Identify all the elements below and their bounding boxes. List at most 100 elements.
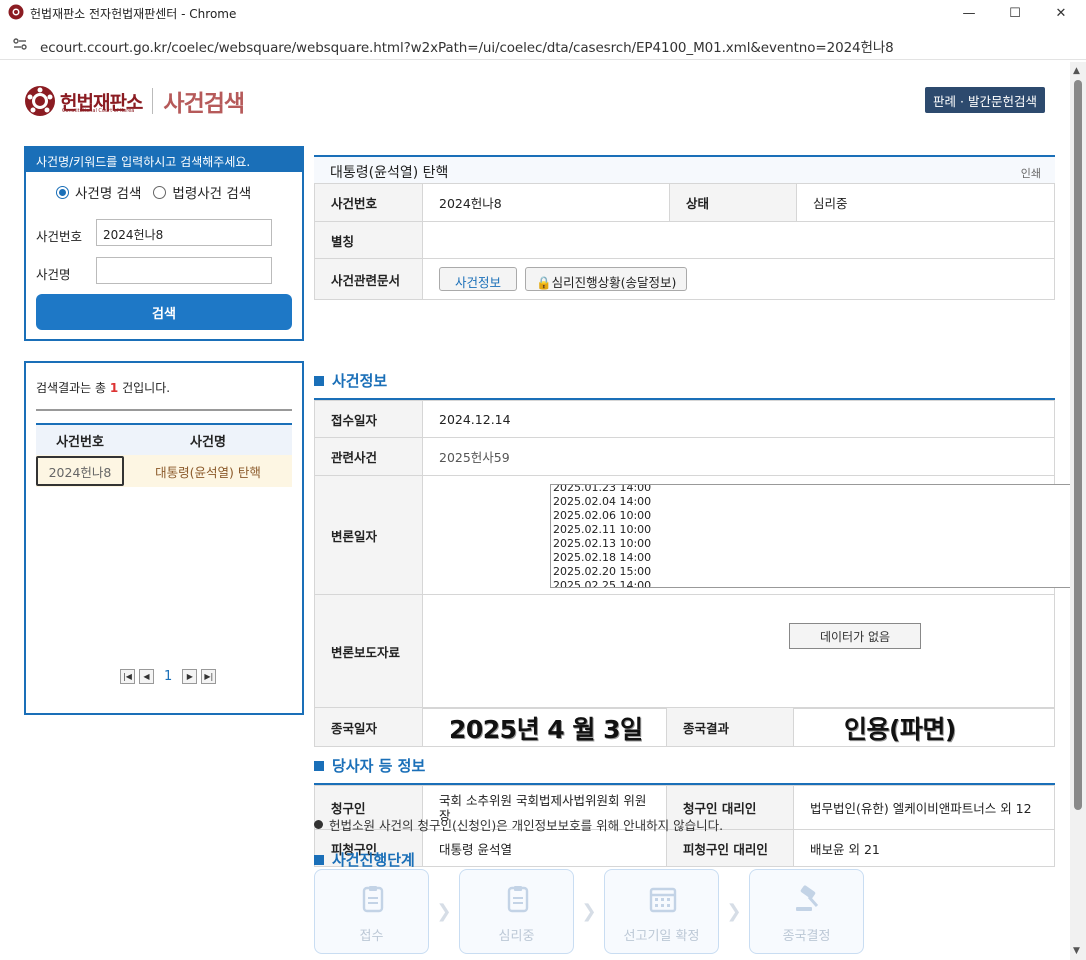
case-info-button[interactable]: 사건정보 [439,267,518,291]
status-value: 심리중 [796,183,1055,222]
search-button[interactable]: 검색 [36,294,292,330]
page-scrollbar[interactable]: ▲ ▼ [1070,62,1086,960]
chevron-right-icon: ❯ [726,901,742,922]
step-label: 심리중 [498,929,535,944]
hearing-date-cell: 2025.01.23 14:00 2025.02.04 14:00 2025.0… [422,475,1086,595]
no-data-button[interactable]: 데이터가 없음 [789,623,921,649]
hearing-date-list: 2025.01.23 14:00 2025.02.04 14:00 2025.0… [553,485,651,587]
hearing-date-header: 변론일자 [314,475,423,595]
section-title-case-info: 사건정보 [314,370,387,391]
case-number-input[interactable]: 2024헌나8 [96,219,272,246]
browser-window: 헌법재판소 전자헌법재판센터 - Chrome — ☐ ✕ ecourt.cco… [0,0,1086,960]
gavel-icon [796,885,819,911]
court-emblem-icon [8,4,24,20]
step-label: 접수 [359,929,384,944]
document-icon [362,886,384,913]
result-case-number[interactable]: 2024헌나8 [36,456,124,486]
address-bar[interactable]: ecourt.ccourt.go.kr/coelec/websquare/web… [0,28,1086,60]
press-release-cell: 데이터가 없음 [422,594,1055,709]
step-label: 종국결정 [782,929,831,944]
list-item[interactable]: 2025.02.25 14:00 [553,579,651,587]
last-page-icon[interactable]: ▶| [201,669,217,684]
step-reviewing: 심리중 [459,869,574,954]
step-received: 접수 [314,869,429,954]
received-date-value: 2024.12.14 [422,400,1055,438]
step-label: 선고기일 확정 [623,929,700,944]
section-label: 사건정보 [332,372,388,390]
col-case-number: 사건번호 [56,434,104,450]
press-release-header: 변론보도자료 [314,594,423,709]
chevron-right-icon: ❯ [581,901,597,922]
window-title: 헌법재판소 전자헌법재판센터 - Chrome [30,7,237,21]
case-docs-cell: 사건정보 🔒심리진행상황(송달정보) [422,258,1055,300]
site-settings-icon[interactable] [12,36,28,52]
case-docs-header: 사건관련문서 [314,258,423,300]
hearing-progress-button[interactable]: 🔒심리진행상황(송달정보) [525,267,688,291]
case-number-label: 사건번호 [36,229,83,244]
section-title-progress: 사건진행단계 [314,849,415,870]
section-marker [314,854,324,865]
precedent-search-button[interactable]: 판례 · 발간문헌검색 [925,87,1045,113]
received-date-header: 접수일자 [314,400,423,438]
print-button[interactable]: 인쇄 [1021,165,1041,181]
url-text[interactable]: ecourt.ccourt.go.kr/coelec/websquare/web… [40,36,894,56]
minimize-button[interactable]: — [946,0,992,26]
case-title: 대통령(윤석열) 탄핵 [330,165,449,181]
respondent-agent-header: 피청구인 대리인 [666,829,794,867]
step-sentencing-date: 선고기일 확정 [604,869,719,954]
result-count-suffix: 건입니다. [122,381,171,395]
alias-value [422,221,1055,259]
case-title-bar: 대통령(윤석열) 탄핵 인쇄 [314,155,1055,183]
radio-statute-case-label[interactable]: 법령사건 검색 [172,182,251,202]
section-label: 당사자 등 정보 [332,757,426,775]
list-item[interactable]: 2025.02.18 14:00 [553,551,651,565]
respondent-value: 대통령 윤석열 [422,829,667,867]
first-page-icon[interactable]: |◀ [120,669,135,684]
scroll-down-icon[interactable]: ▼ [1073,946,1080,956]
result-case-name[interactable]: 대통령(윤석열) 탄핵 [124,462,292,481]
table-row[interactable]: 2024헌나8 대통령(윤석열) 탄핵 [36,455,292,487]
end-date-handwritten: 2025년 4 월 3일 [449,715,643,744]
list-item[interactable]: 2025.02.06 10:00 [553,509,651,523]
radio-statute-case[interactable] [153,185,167,199]
close-button[interactable]: ✕ [1038,0,1084,26]
search-panel: 사건명/키워드를 입력하시고 검색해주세요. 사건명 검색 법령사건 검색 사건… [24,146,304,341]
col-case-name: 사건명 [190,434,226,450]
search-panel-header: 사건명/키워드를 입력하시고 검색해주세요. [26,148,302,172]
list-item[interactable]: 2025.02.13 10:00 [553,537,651,551]
progress-steps: 접수 ❯ 심리중 ❯ 선고기일 확정 ❯ 종국결정 [314,869,864,954]
status-header: 상태 [669,183,797,222]
case-summary-table: 사건번호 2024헌나8 상태 심리중 별칭 사건관련문서 사건정보 🔒심리진행… [314,183,1055,300]
chevron-right-icon: ❯ [436,901,452,922]
pagination: |◀ ◀ 1 ▶ ▶| [118,669,218,684]
respondent-agent-value: 배보윤 외 21 [793,829,1055,867]
list-item[interactable]: 2025.02.04 14:00 [553,495,651,509]
list-item[interactable]: 2025.02.20 15:00 [553,565,651,579]
case-name-input[interactable] [96,257,272,284]
logo-english-text: Constitutional Court of Korea [62,108,135,114]
page-number[interactable]: 1 [164,669,172,684]
next-page-icon[interactable]: ▶ [182,669,198,684]
radio-case-name-label[interactable]: 사건명 검색 [75,182,141,202]
end-result-value: 인용(파면) [793,707,1055,747]
court-emblem-icon [25,86,55,116]
related-case-value[interactable]: 2025헌사59 [422,437,1055,476]
alias-header: 별칭 [314,221,423,259]
result-count-prefix: 검색결과는 총 [36,381,107,395]
list-item[interactable]: 2025.01.23 14:00 [553,485,651,495]
lock-icon: 🔒 [536,275,552,290]
radio-case-name[interactable] [56,185,69,199]
prev-page-icon[interactable]: ◀ [139,669,154,684]
case-result-table: 종국일자 2025년 4 월 3일 종국결과 인용(파면) [314,707,1055,747]
court-logo[interactable]: 헌법재판소 Constitutional Court of Korea 사건검색 [24,84,245,118]
case-info-table: 접수일자 2024.12.14 관련사건 2025헌사59 변론일자 2025.… [314,400,1086,709]
clipboard-icon [507,886,529,913]
results-panel: 검색결과는 총 1 건입니다. 사건번호 사건명 2024헌나8 대통령(윤석열… [24,361,304,715]
result-count-number: 1 [109,381,119,395]
list-item[interactable]: 2025.02.11 10:00 [553,523,651,537]
hearing-date-listbox[interactable]: 2025.01.23 14:00 2025.02.04 14:00 2025.0… [550,484,1086,588]
maximize-button[interactable]: ☐ [992,0,1038,26]
scroll-up-icon[interactable]: ▲ [1073,66,1080,76]
scrollbar-thumb[interactable] [1074,80,1082,810]
logo-divider [152,88,154,114]
